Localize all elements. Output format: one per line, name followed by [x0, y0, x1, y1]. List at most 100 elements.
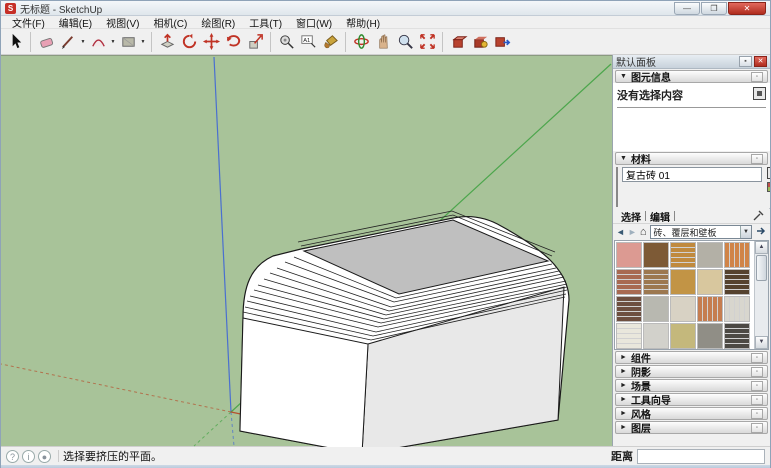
material-swatch[interactable] — [616, 269, 642, 295]
credits-icon[interactable]: i — [22, 450, 35, 463]
sample-paint-icon[interactable] — [752, 208, 766, 225]
scroll-down-icon[interactable]: ▼ — [755, 336, 768, 349]
shapes-tool-dropdown-icon[interactable]: ▼ — [139, 31, 147, 53]
menu-view[interactable]: 视图(V) — [99, 15, 146, 30]
scroll-up-icon[interactable]: ▲ — [755, 241, 768, 254]
scale-tool-icon[interactable] — [244, 31, 266, 53]
window-title: 无标题 - SketchUp — [20, 1, 102, 16]
current-material-thumbnail[interactable] — [616, 167, 618, 207]
materials-header[interactable]: ▼ 材料 ▫ — [615, 152, 768, 165]
resize-corner-icon[interactable] — [769, 196, 770, 209]
pan-tool-icon[interactable] — [372, 31, 394, 53]
line-tool-dropdown-icon[interactable]: ▼ — [79, 31, 87, 53]
measurement-input[interactable] — [637, 449, 765, 464]
push-pull-tool-icon[interactable] — [156, 31, 178, 53]
section-collapse-icon[interactable]: ▫ — [751, 353, 763, 363]
select-tool-icon[interactable] — [4, 31, 26, 53]
orbit-tool-icon[interactable] — [350, 31, 372, 53]
tab-select[interactable]: 选择 — [617, 209, 645, 224]
entity-info-collapse-icon[interactable]: ▫ — [751, 72, 763, 82]
move-tool-icon[interactable] — [200, 31, 222, 53]
shapes-tool-icon[interactable] — [117, 31, 139, 53]
scroll-thumb[interactable] — [756, 255, 767, 281]
line-tool-icon[interactable] — [57, 31, 79, 53]
material-swatch[interactable] — [697, 296, 723, 322]
warehouse-tool-icon[interactable] — [469, 31, 491, 53]
section-collapse-icon[interactable]: ▫ — [751, 367, 763, 377]
zoom-tool-icon[interactable] — [394, 31, 416, 53]
material-swatch[interactable] — [670, 323, 696, 349]
back-arrow-icon[interactable]: ◄ — [616, 227, 625, 237]
section-collapse-icon[interactable]: ▫ — [751, 423, 763, 433]
close-button[interactable]: ✕ — [728, 2, 766, 15]
menu-window[interactable]: 窗口(W) — [289, 15, 339, 30]
material-swatch[interactable] — [616, 296, 642, 322]
menu-camera[interactable]: 相机(C) — [146, 15, 194, 30]
material-category-dropdown[interactable]: 砖、覆层和壁板 ▼ — [650, 225, 753, 239]
material-swatch[interactable] — [643, 269, 669, 295]
material-swatch[interactable] — [670, 269, 696, 295]
material-swatch[interactable] — [697, 269, 723, 295]
section-instructor[interactable]: ► 工具向导 ▫ — [615, 393, 768, 406]
svg-text:A1: A1 — [303, 38, 310, 44]
home-icon[interactable]: ⌂ — [640, 226, 647, 238]
material-swatch[interactable] — [724, 323, 750, 349]
forward-arrow-icon[interactable]: ► — [628, 227, 637, 237]
section-layers[interactable]: ► 图层 ▫ — [615, 421, 768, 434]
section-styles[interactable]: ► 风格 ▫ — [615, 407, 768, 420]
maximize-button[interactable]: ❐ — [701, 2, 727, 15]
section-scenes[interactable]: ► 场景 ▫ — [615, 379, 768, 392]
material-swatch[interactable] — [670, 242, 696, 268]
material-name-input[interactable] — [622, 167, 762, 182]
material-swatch[interactable] — [724, 296, 750, 322]
menu-file[interactable]: 文件(F) — [5, 15, 52, 30]
tape-measure-tool-icon[interactable] — [275, 31, 297, 53]
menu-tools[interactable]: 工具(T) — [242, 15, 289, 30]
sign-in-icon[interactable]: ● — [38, 450, 51, 463]
materials-collapse-icon[interactable]: ▫ — [751, 154, 763, 164]
drawing-viewport[interactable] — [1, 55, 612, 446]
create-material-icon[interactable] — [767, 167, 771, 179]
section-collapse-icon[interactable]: ▫ — [751, 381, 763, 391]
get-models-tool-icon[interactable] — [491, 31, 513, 53]
material-swatch[interactable] — [643, 296, 669, 322]
section-collapse-icon[interactable]: ▫ — [751, 395, 763, 405]
menu-edit[interactable]: 编辑(E) — [52, 15, 99, 30]
minimize-button[interactable]: — — [674, 2, 700, 15]
menu-help[interactable]: 帮助(H) — [339, 15, 387, 30]
geolocation-icon[interactable]: ? — [6, 450, 19, 463]
tray-close-icon[interactable]: ✕ — [754, 56, 767, 67]
tab-edit[interactable]: 编辑 — [646, 209, 674, 224]
display-pane-icon[interactable] — [767, 182, 771, 192]
material-swatch[interactable] — [616, 242, 642, 268]
details-arrow-icon[interactable] — [755, 225, 767, 240]
material-swatch[interactable] — [616, 323, 642, 349]
entity-info-header[interactable]: ▼ 图元信息 ▫ — [615, 70, 768, 83]
text-tool-icon[interactable]: A1 — [297, 31, 319, 53]
material-swatch[interactable] — [697, 323, 723, 349]
material-swatch[interactable] — [697, 242, 723, 268]
material-swatch[interactable] — [724, 269, 750, 295]
default-tray-panel: 默认面板 ▪ ✕ ▼ 图元信息 ▫ 没有选择内容 ▼ 材料 ▫ — [612, 55, 770, 446]
zoom-extents-tool-icon[interactable] — [416, 31, 438, 53]
material-swatch[interactable] — [670, 296, 696, 322]
material-swatch[interactable] — [643, 242, 669, 268]
previous-view-tool-icon[interactable] — [447, 31, 469, 53]
sketchup-app-icon[interactable]: S — [5, 3, 16, 14]
arc-tool-dropdown-icon[interactable]: ▼ — [109, 31, 117, 53]
swatch-scrollbar[interactable]: ▲ ▼ — [754, 241, 768, 349]
material-swatch[interactable] — [724, 242, 750, 268]
arc-tool-icon[interactable] — [87, 31, 109, 53]
section-components[interactable]: ► 组件 ▫ — [615, 351, 768, 364]
menu-draw[interactable]: 绘图(R) — [194, 15, 242, 30]
eraser-tool-icon[interactable] — [35, 31, 57, 53]
materials-title: 材料 — [631, 151, 751, 166]
pin-icon[interactable]: ▪ — [739, 56, 752, 67]
follow-me-tool-icon[interactable] — [178, 31, 200, 53]
section-collapse-icon[interactable]: ▫ — [751, 409, 763, 419]
material-swatch[interactable] — [643, 323, 669, 349]
rotate-tool-icon[interactable] — [222, 31, 244, 53]
paint-bucket-tool-icon[interactable] — [319, 31, 341, 53]
dropdown-caret-icon[interactable]: ▼ — [740, 226, 751, 238]
section-shadows[interactable]: ► 阴影 ▫ — [615, 365, 768, 378]
